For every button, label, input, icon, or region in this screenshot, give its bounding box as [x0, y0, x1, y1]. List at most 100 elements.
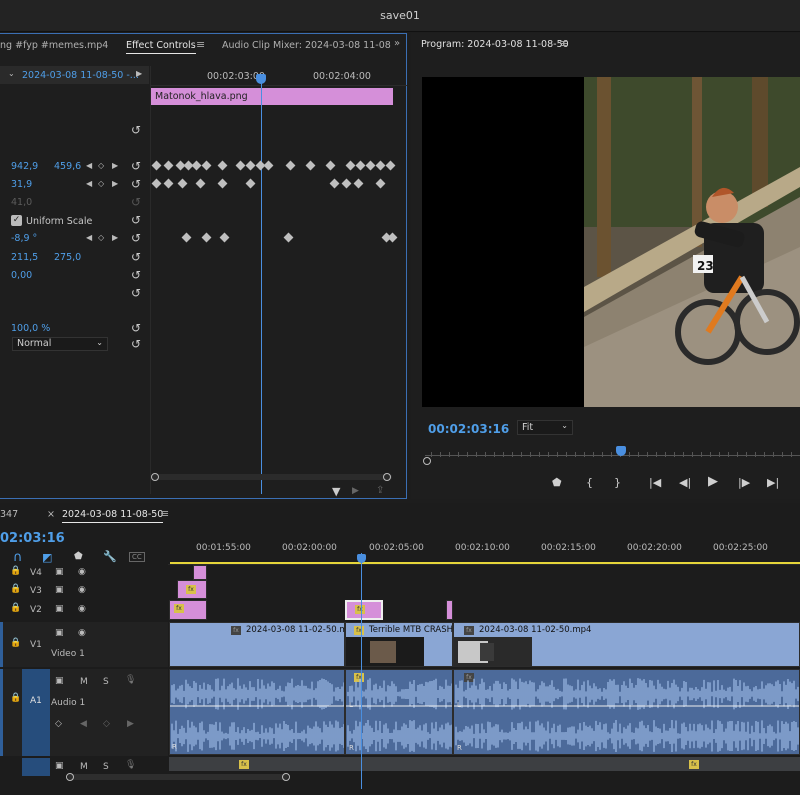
- reset-icon[interactable]: ↺: [131, 177, 141, 191]
- horizontal-scrollbar[interactable]: [152, 474, 392, 480]
- reset-icon[interactable]: ↺: [131, 321, 141, 335]
- graphic-clip[interactable]: fx: [169, 600, 207, 620]
- solo-button[interactable]: S: [103, 677, 109, 687]
- anchor-y-value[interactable]: 275,0: [54, 252, 81, 263]
- keyframe-diamond[interactable]: [195, 178, 206, 189]
- prev-keyframe-icon[interactable]: ◀: [86, 233, 92, 242]
- a2-target[interactable]: [22, 758, 50, 776]
- timeline-playhead-handle[interactable]: [357, 554, 366, 563]
- scroll-handle-right[interactable]: [282, 773, 290, 781]
- keyframe-diamond[interactable]: [177, 178, 188, 189]
- keyframe-diamond[interactable]: [191, 160, 202, 171]
- eye-icon[interactable]: ◉: [78, 628, 86, 638]
- keyframe-toggle-icon[interactable]: ◇: [55, 719, 62, 729]
- add-keyframe-icon[interactable]: ◇: [98, 233, 104, 242]
- keyframe-diamond[interactable]: [163, 178, 174, 189]
- scroll-handle-right[interactable]: [383, 473, 391, 481]
- go-to-out-icon[interactable]: ▶|: [767, 476, 779, 489]
- lock-icon[interactable]: 🔒: [10, 603, 21, 613]
- mute-button[interactable]: M: [80, 762, 88, 772]
- captions-icon[interactable]: CC: [129, 552, 145, 562]
- keyframe-diamond[interactable]: [151, 160, 162, 171]
- keyframe-diamond[interactable]: [201, 160, 212, 171]
- reset-icon[interactable]: ↺: [131, 231, 141, 245]
- sync-lock-icon[interactable]: ▣: [55, 628, 64, 638]
- timeline-playhead[interactable]: [361, 553, 362, 789]
- chevron-down-icon[interactable]: ⌄: [8, 69, 15, 78]
- video-frame[interactable]: 23: [422, 77, 800, 407]
- lock-icon[interactable]: 🔒: [10, 638, 21, 648]
- keyframe-diamond[interactable]: [345, 160, 356, 171]
- video-clip[interactable]: fx 2024-03-08 11-02-50.mp4: [169, 622, 345, 667]
- graphic-clip[interactable]: [193, 565, 207, 580]
- reset-icon[interactable]: ↺: [131, 213, 141, 227]
- sync-lock-icon[interactable]: ▣: [55, 604, 64, 614]
- keyframe-diamond[interactable]: [283, 232, 294, 243]
- program-playhead[interactable]: [616, 446, 626, 456]
- add-marker-icon[interactable]: ⬟: [74, 551, 83, 562]
- keyframe-diamond[interactable]: [365, 160, 376, 171]
- add-keyframe-icon[interactable]: ◇: [98, 161, 104, 170]
- snap-icon[interactable]: ∩: [13, 550, 23, 565]
- scroll-handle-left[interactable]: [66, 773, 74, 781]
- microphone-icon[interactable]: 🎙: [125, 675, 136, 685]
- keyframe-diamond[interactable]: [245, 160, 256, 171]
- source-patch[interactable]: [0, 669, 3, 756]
- go-to-in-icon[interactable]: |◀: [649, 476, 661, 489]
- playhead-handle[interactable]: [256, 74, 266, 84]
- video-clip[interactable]: fx 2024-03-08 11-02-50.mp4: [453, 622, 800, 667]
- clip-bar[interactable]: Matonok_hlava.png: [151, 88, 393, 105]
- reset-icon[interactable]: ↺: [131, 268, 141, 282]
- sync-lock-icon[interactable]: ▣: [55, 585, 64, 595]
- program-timecode[interactable]: 00:02:03:16: [428, 422, 509, 436]
- play-only-icon[interactable]: ▶: [136, 69, 142, 78]
- a1-target[interactable]: [22, 669, 50, 756]
- eye-icon[interactable]: ◉: [78, 604, 86, 614]
- keyframe-diamond[interactable]: [385, 160, 396, 171]
- keyframe-diamond[interactable]: [285, 160, 296, 171]
- keyframe-diamond[interactable]: [219, 232, 230, 243]
- mute-button[interactable]: M: [80, 677, 88, 687]
- reset-icon[interactable]: ↺: [131, 250, 141, 264]
- next-keyframe-icon[interactable]: ▶: [112, 233, 118, 242]
- eye-icon[interactable]: ◉: [78, 585, 86, 595]
- keyframe-diamond[interactable]: [151, 178, 162, 189]
- uniform-scale-checkbox[interactable]: ✓: [11, 215, 22, 226]
- add-keyframe-icon[interactable]: ◇: [98, 179, 104, 188]
- effect-timeline[interactable]: 00:02:03:00 00:02:04:00 Matonok_hlava.pn…: [150, 66, 407, 494]
- tab-source[interactable]: ng #fyp #memes.mp4: [0, 40, 108, 51]
- source-patch[interactable]: [0, 622, 3, 667]
- play-icon[interactable]: ▶: [708, 474, 718, 489]
- keyframe-diamond[interactable]: [163, 160, 174, 171]
- prev-keyframe-icon[interactable]: ◀: [80, 719, 87, 729]
- keyframe-diamond[interactable]: [263, 160, 274, 171]
- timeline-timecode[interactable]: 02:03:16: [0, 531, 65, 546]
- step-back-icon[interactable]: ◀|: [679, 476, 691, 489]
- keyframe-diamond[interactable]: [217, 160, 228, 171]
- next-keyframe-icon[interactable]: ▶: [112, 161, 118, 170]
- keyframe-diamond[interactable]: [353, 178, 364, 189]
- graphic-clip[interactable]: fx: [177, 580, 207, 599]
- reset-icon[interactable]: ↺: [131, 159, 141, 173]
- tab-sequence-prev[interactable]: 347: [0, 509, 18, 520]
- timeline-scrollbar[interactable]: [68, 774, 288, 780]
- keyframe-diamond[interactable]: [355, 160, 366, 171]
- graphic-clip[interactable]: [446, 600, 453, 620]
- anchor-x-value[interactable]: 211,5: [11, 252, 38, 263]
- graphic-clip-selected[interactable]: fx: [345, 600, 383, 620]
- reset-icon[interactable]: ↺: [131, 337, 141, 351]
- keyframe-diamond[interactable]: [181, 232, 192, 243]
- audio-clip[interactable]: fx L R: [453, 669, 800, 755]
- wrench-icon[interactable]: 🔧: [103, 550, 117, 563]
- linked-selection-icon[interactable]: ◩: [42, 551, 52, 564]
- scroll-handle-left[interactable]: [151, 473, 159, 481]
- reset-icon[interactable]: ↺: [131, 123, 141, 137]
- next-keyframe-icon[interactable]: ▶: [112, 179, 118, 188]
- eye-icon[interactable]: ◉: [78, 567, 86, 577]
- next-keyframe-icon[interactable]: ▶: [127, 719, 134, 729]
- tab-audio-clip-mixer[interactable]: Audio Clip Mixer: 2024-03-08 11-08: [222, 40, 391, 51]
- close-icon[interactable]: ×: [47, 509, 55, 520]
- keyframe-diamond[interactable]: [201, 232, 212, 243]
- reset-icon[interactable]: ↺: [131, 286, 141, 300]
- audio-track-a2[interactable]: fx fx: [169, 757, 800, 771]
